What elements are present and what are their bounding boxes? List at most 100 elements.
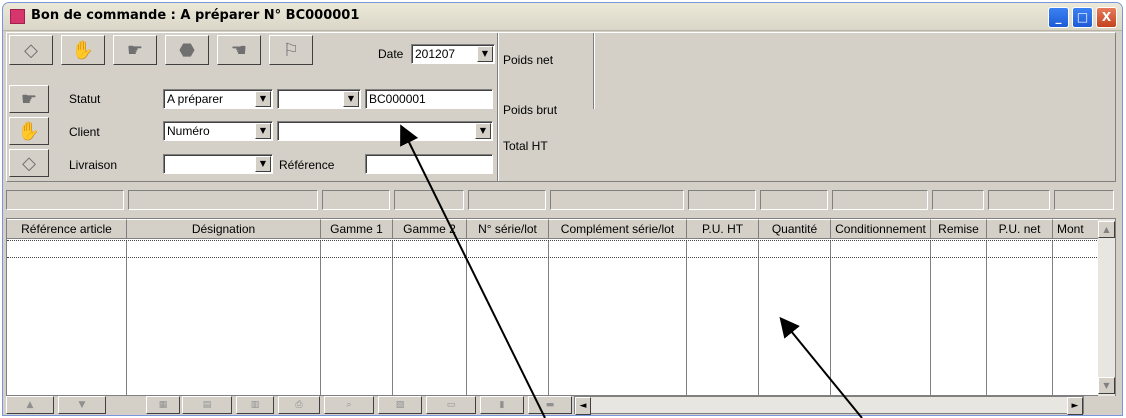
- numero-value: BC000001: [369, 92, 426, 106]
- date-select[interactable]: 201207 ▼: [411, 44, 495, 64]
- chevron-down-icon[interactable]: ▼: [475, 123, 491, 139]
- folder-icon[interactable]: ▭: [426, 396, 476, 414]
- title-bar: Bon de commande : A préparer N° BC000001…: [3, 3, 1122, 31]
- total-ht-label: Total HT: [503, 139, 548, 153]
- column-divider: [392, 240, 393, 397]
- save-icon[interactable]: ▮: [480, 396, 524, 414]
- column-header[interactable]: Gamme 2: [393, 219, 467, 239]
- filter-cell[interactable]: [988, 190, 1050, 210]
- up-icon[interactable]: ▲: [6, 396, 54, 414]
- bar-icon[interactable]: ▬: [528, 396, 572, 414]
- chevron-down-icon[interactable]: ▼: [343, 91, 359, 107]
- column-header[interactable]: Gamme 1: [321, 219, 393, 239]
- divider: [497, 33, 499, 181]
- bottom-toolbar: ▲ ▼ ▦ ▤ ▥ ⎙ ⌕ ▧ ▭ ▮ ▬ ◄ ►: [6, 396, 1116, 415]
- chevron-down-icon[interactable]: ▼: [477, 46, 493, 62]
- search-icon[interactable]: ⌕: [324, 396, 374, 414]
- column-header[interactable]: N° série/lot: [467, 219, 549, 239]
- chevron-down-icon[interactable]: ▼: [255, 91, 271, 107]
- filter-cell[interactable]: [688, 190, 756, 210]
- column-divider: [830, 240, 831, 397]
- close-button[interactable]: X: [1096, 7, 1117, 28]
- filter-cell[interactable]: [394, 190, 464, 210]
- app-icon: [10, 9, 25, 24]
- pointer-icon[interactable]: ☚: [217, 35, 261, 65]
- export-icon[interactable]: ▧: [378, 396, 422, 414]
- column-divider: [548, 240, 549, 397]
- minimize-button[interactable]: _: [1048, 7, 1069, 28]
- filter-row: [6, 190, 1116, 212]
- scroll-up-icon[interactable]: ▲: [1098, 221, 1115, 238]
- column-header[interactable]: Référence article: [7, 219, 127, 239]
- chevron-down-icon[interactable]: ▼: [255, 156, 271, 172]
- divider: [593, 33, 595, 109]
- column-divider: [1052, 240, 1053, 397]
- stop-icon[interactable]: ⬣: [165, 35, 209, 65]
- column-divider: [466, 240, 467, 397]
- statut-icon[interactable]: ☛: [9, 85, 49, 113]
- hand2-icon[interactable]: ☛: [113, 35, 157, 65]
- column-header[interactable]: Mont: [1053, 219, 1099, 239]
- print-icon[interactable]: ⎙: [278, 396, 320, 414]
- column-divider: [126, 240, 127, 397]
- column-divider: [686, 240, 687, 397]
- reference-label: Référence: [279, 158, 335, 172]
- client-icon[interactable]: ✋: [9, 117, 49, 145]
- column-header[interactable]: Complément série/lot: [549, 219, 687, 239]
- column-header[interactable]: Remise: [931, 219, 987, 239]
- columns-icon[interactable]: ▥: [236, 396, 274, 414]
- filter-cell[interactable]: [322, 190, 390, 210]
- statut-value: A préparer: [167, 92, 224, 106]
- filter-cell[interactable]: [550, 190, 684, 210]
- horizontal-scrollbar[interactable]: ◄ ►: [574, 396, 1084, 415]
- reference-field[interactable]: [365, 154, 493, 174]
- scroll-right-icon[interactable]: ►: [1067, 397, 1083, 415]
- hand-icon[interactable]: ✋: [61, 35, 105, 65]
- header-panel: ◇ ✋ ☛ ⬣ ☚ ⚐ ☛ ✋ ◇ Date 201207 ▼ Statut A…: [6, 32, 1116, 182]
- client-label: Client: [69, 125, 100, 139]
- table-row[interactable]: [7, 240, 1099, 258]
- statut-label: Statut: [69, 92, 101, 106]
- livraison-select[interactable]: ▼: [163, 154, 273, 174]
- column-header[interactable]: Conditionnement: [831, 219, 931, 239]
- filter-cell[interactable]: [6, 190, 124, 210]
- date-label: Date: [378, 47, 404, 61]
- statut-select[interactable]: A préparer ▼: [163, 89, 273, 109]
- list-icon[interactable]: ▤: [182, 396, 232, 414]
- column-header[interactable]: Désignation: [127, 219, 321, 239]
- column-divider: [986, 240, 987, 397]
- filter-cell[interactable]: [468, 190, 546, 210]
- card-icon[interactable]: ◇: [9, 35, 53, 65]
- client-type-value: Numéro: [167, 124, 210, 138]
- column-header[interactable]: P.U. HT: [687, 219, 759, 239]
- statut-select-2[interactable]: ▼: [277, 89, 361, 109]
- scroll-down-icon[interactable]: ▼: [1098, 377, 1115, 394]
- chevron-down-icon[interactable]: ▼: [255, 123, 271, 139]
- window-title: Bon de commande : A préparer N° BC000001: [31, 8, 360, 23]
- order-lines-table: Référence article Désignation Gamme 1 Ga…: [6, 218, 1116, 397]
- poids-brut-label: Poids brut: [503, 103, 558, 117]
- column-header[interactable]: Quantité: [759, 219, 831, 239]
- filter-cell[interactable]: [760, 190, 828, 210]
- date-value: 201207: [415, 47, 456, 61]
- livraison-icon[interactable]: ◇: [9, 149, 49, 177]
- column-divider: [758, 240, 759, 397]
- livraison-label: Livraison: [69, 158, 118, 172]
- filter-cell[interactable]: [832, 190, 928, 210]
- filter-cell[interactable]: [932, 190, 984, 210]
- column-header[interactable]: P.U. net: [987, 219, 1053, 239]
- filter-cell[interactable]: [1054, 190, 1114, 210]
- numero-field[interactable]: BC000001: [365, 89, 493, 109]
- vertical-scrollbar[interactable]: ▲ ▼: [1098, 219, 1115, 397]
- poids-net-label: Poids net: [503, 53, 554, 67]
- column-divider: [930, 240, 931, 397]
- filter-cell[interactable]: [128, 190, 318, 210]
- down-icon[interactable]: ▼: [58, 396, 106, 414]
- maximize-button[interactable]: □: [1072, 7, 1093, 28]
- client-type-select[interactable]: Numéro ▼: [163, 121, 273, 141]
- bell-icon[interactable]: ⚐: [269, 35, 313, 65]
- grid-icon[interactable]: ▦: [146, 396, 180, 414]
- scroll-left-icon[interactable]: ◄: [575, 397, 591, 415]
- column-divider: [320, 240, 321, 397]
- client-select[interactable]: ▼: [277, 121, 493, 141]
